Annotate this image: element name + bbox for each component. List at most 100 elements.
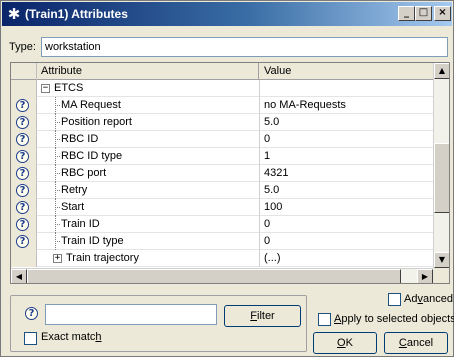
group-value-cell xyxy=(260,80,433,97)
column-header-attribute[interactable]: Attribute xyxy=(37,63,259,80)
maximize-button[interactable]: □ xyxy=(415,6,432,21)
attribute-name: RBC ID type xyxy=(37,148,260,165)
child-group-label: Train trajectory xyxy=(66,252,139,264)
expand-icon[interactable]: + xyxy=(53,253,62,263)
asterisk-icon: ✱ xyxy=(7,5,21,23)
apply-to-selected-checkbox[interactable] xyxy=(318,313,331,326)
ok-button[interactable]: OK xyxy=(313,332,377,354)
attribute-row[interactable]: ? Train ID 0 xyxy=(11,216,433,233)
attribute-row[interactable]: ? RBC port 4321 xyxy=(11,165,433,182)
vertical-scroll-thumb[interactable] xyxy=(434,143,449,213)
attribute-value[interactable]: 0 xyxy=(260,216,433,233)
scrollbar-corner xyxy=(433,268,449,283)
filter-help-icon[interactable]: ? xyxy=(25,307,38,320)
filter-button[interactable]: Filter xyxy=(224,305,301,327)
help-cell: ? xyxy=(11,131,37,148)
minimize-button[interactable]: _ xyxy=(398,6,415,21)
attribute-name: Position report xyxy=(37,114,260,131)
help-cell xyxy=(11,80,37,97)
attribute-value[interactable]: 1 xyxy=(260,148,433,165)
attribute-name: RBC port xyxy=(37,165,260,182)
filter-button-mnemonic: F xyxy=(250,310,257,322)
exact-match-mnemonic: h xyxy=(95,331,102,343)
cancel-button[interactable]: Cancel xyxy=(384,332,448,354)
attribute-row[interactable]: ? Train ID type 0 xyxy=(11,233,433,250)
child-group-label-cell: + Train trajectory xyxy=(37,250,260,267)
help-icon[interactable]: ? xyxy=(16,201,29,214)
attribute-name: RBC ID xyxy=(37,131,260,148)
group-label-cell: − ETCS xyxy=(37,80,260,97)
attributes-dialog: ✱ (Train1) Attributes _ □ × Type: Attrib… xyxy=(0,0,454,357)
attribute-value[interactable]: 100 xyxy=(260,199,433,216)
child-group-value[interactable]: (...) xyxy=(260,250,433,267)
horizontal-scroll-thumb[interactable] xyxy=(27,269,401,283)
filter-input[interactable] xyxy=(45,304,217,325)
horizontal-scrollbar[interactable]: ◀ ▶ xyxy=(11,268,433,283)
help-icon[interactable]: ? xyxy=(16,133,29,146)
attribute-name: Train ID xyxy=(37,216,260,233)
attribute-value[interactable]: 5.0 xyxy=(260,114,433,131)
help-cell: ? xyxy=(11,114,37,131)
group-row-etcs[interactable]: − ETCS xyxy=(11,80,433,97)
help-icon[interactable]: ? xyxy=(16,150,29,163)
scroll-down-arrow-icon[interactable]: ▼ xyxy=(434,252,449,268)
help-icon[interactable]: ? xyxy=(16,184,29,197)
ok-mnemonic: O xyxy=(337,337,346,349)
help-cell xyxy=(11,250,37,267)
advanced-label-pre: Ad xyxy=(404,293,418,305)
filter-button-label-post: ilter xyxy=(257,310,275,322)
attribute-name: Train ID type xyxy=(37,233,260,250)
help-cell: ? xyxy=(11,233,37,250)
help-icon[interactable]: ? xyxy=(16,218,29,231)
attribute-row[interactable]: ? Start 100 xyxy=(11,199,433,216)
help-cell: ? xyxy=(11,199,37,216)
help-cell: ? xyxy=(11,165,37,182)
grid-header: Attribute Value xyxy=(11,63,433,80)
title-bar[interactable]: ✱ (Train1) Attributes _ □ × xyxy=(2,2,452,26)
attribute-row[interactable]: ? Retry 5.0 xyxy=(11,182,433,199)
help-icon[interactable]: ? xyxy=(16,167,29,180)
help-icon[interactable]: ? xyxy=(16,116,29,129)
attribute-row[interactable]: ? RBC ID 0 xyxy=(11,131,433,148)
scroll-right-arrow-icon[interactable]: ▶ xyxy=(417,269,433,283)
vertical-scrollbar[interactable]: ▲ ▼ xyxy=(433,63,449,268)
header-help-column xyxy=(11,63,37,80)
help-cell: ? xyxy=(11,182,37,199)
attribute-value[interactable]: 0 xyxy=(260,131,433,148)
attribute-row[interactable]: ? Position report 5.0 xyxy=(11,114,433,131)
help-cell: ? xyxy=(11,216,37,233)
type-label: Type: xyxy=(9,41,36,53)
window-title: (Train1) Attributes xyxy=(25,7,128,21)
attribute-name: Retry xyxy=(37,182,260,199)
attribute-value[interactable]: 4321 xyxy=(260,165,433,182)
attribute-value[interactable]: 0 xyxy=(260,233,433,250)
type-input[interactable] xyxy=(41,37,448,57)
grid-rows: − ETCS ? MA Request no MA-Requests ? Posi… xyxy=(11,80,433,267)
ok-label-post: K xyxy=(345,337,353,349)
help-cell: ? xyxy=(11,97,37,114)
advanced-label[interactable]: Advanced xyxy=(404,293,453,305)
help-icon[interactable]: ? xyxy=(16,99,29,112)
attribute-row[interactable]: ? RBC ID type 1 xyxy=(11,148,433,165)
close-button[interactable]: × xyxy=(434,6,451,21)
apply-to-selected-label[interactable]: Apply to selected objects xyxy=(334,313,454,325)
attribute-name: MA Request xyxy=(37,97,260,114)
exact-match-label-pre: Exact matc xyxy=(41,331,96,343)
advanced-label-post: anced xyxy=(422,293,453,305)
help-icon[interactable]: ? xyxy=(16,235,29,248)
advanced-checkbox[interactable] xyxy=(388,293,401,306)
collapse-icon[interactable]: − xyxy=(41,83,50,93)
group-row-train-trajectory[interactable]: + Train trajectory (...) xyxy=(11,250,433,267)
scroll-left-arrow-icon[interactable]: ◀ xyxy=(11,269,27,283)
column-header-value[interactable]: Value xyxy=(260,63,433,80)
attribute-value[interactable]: 5.0 xyxy=(260,182,433,199)
cancel-mnemonic: C xyxy=(398,337,407,349)
attribute-name: Start xyxy=(37,199,260,216)
attribute-row[interactable]: ? MA Request no MA-Requests xyxy=(11,97,433,114)
scroll-up-arrow-icon[interactable]: ▲ xyxy=(434,63,449,79)
exact-match-checkbox[interactable] xyxy=(24,332,37,345)
exact-match-label[interactable]: Exact match xyxy=(41,331,102,343)
attribute-value[interactable]: no MA-Requests xyxy=(260,97,433,114)
group-label: ETCS xyxy=(54,82,84,94)
apply-label-post: pply to selected objects xyxy=(341,313,454,325)
